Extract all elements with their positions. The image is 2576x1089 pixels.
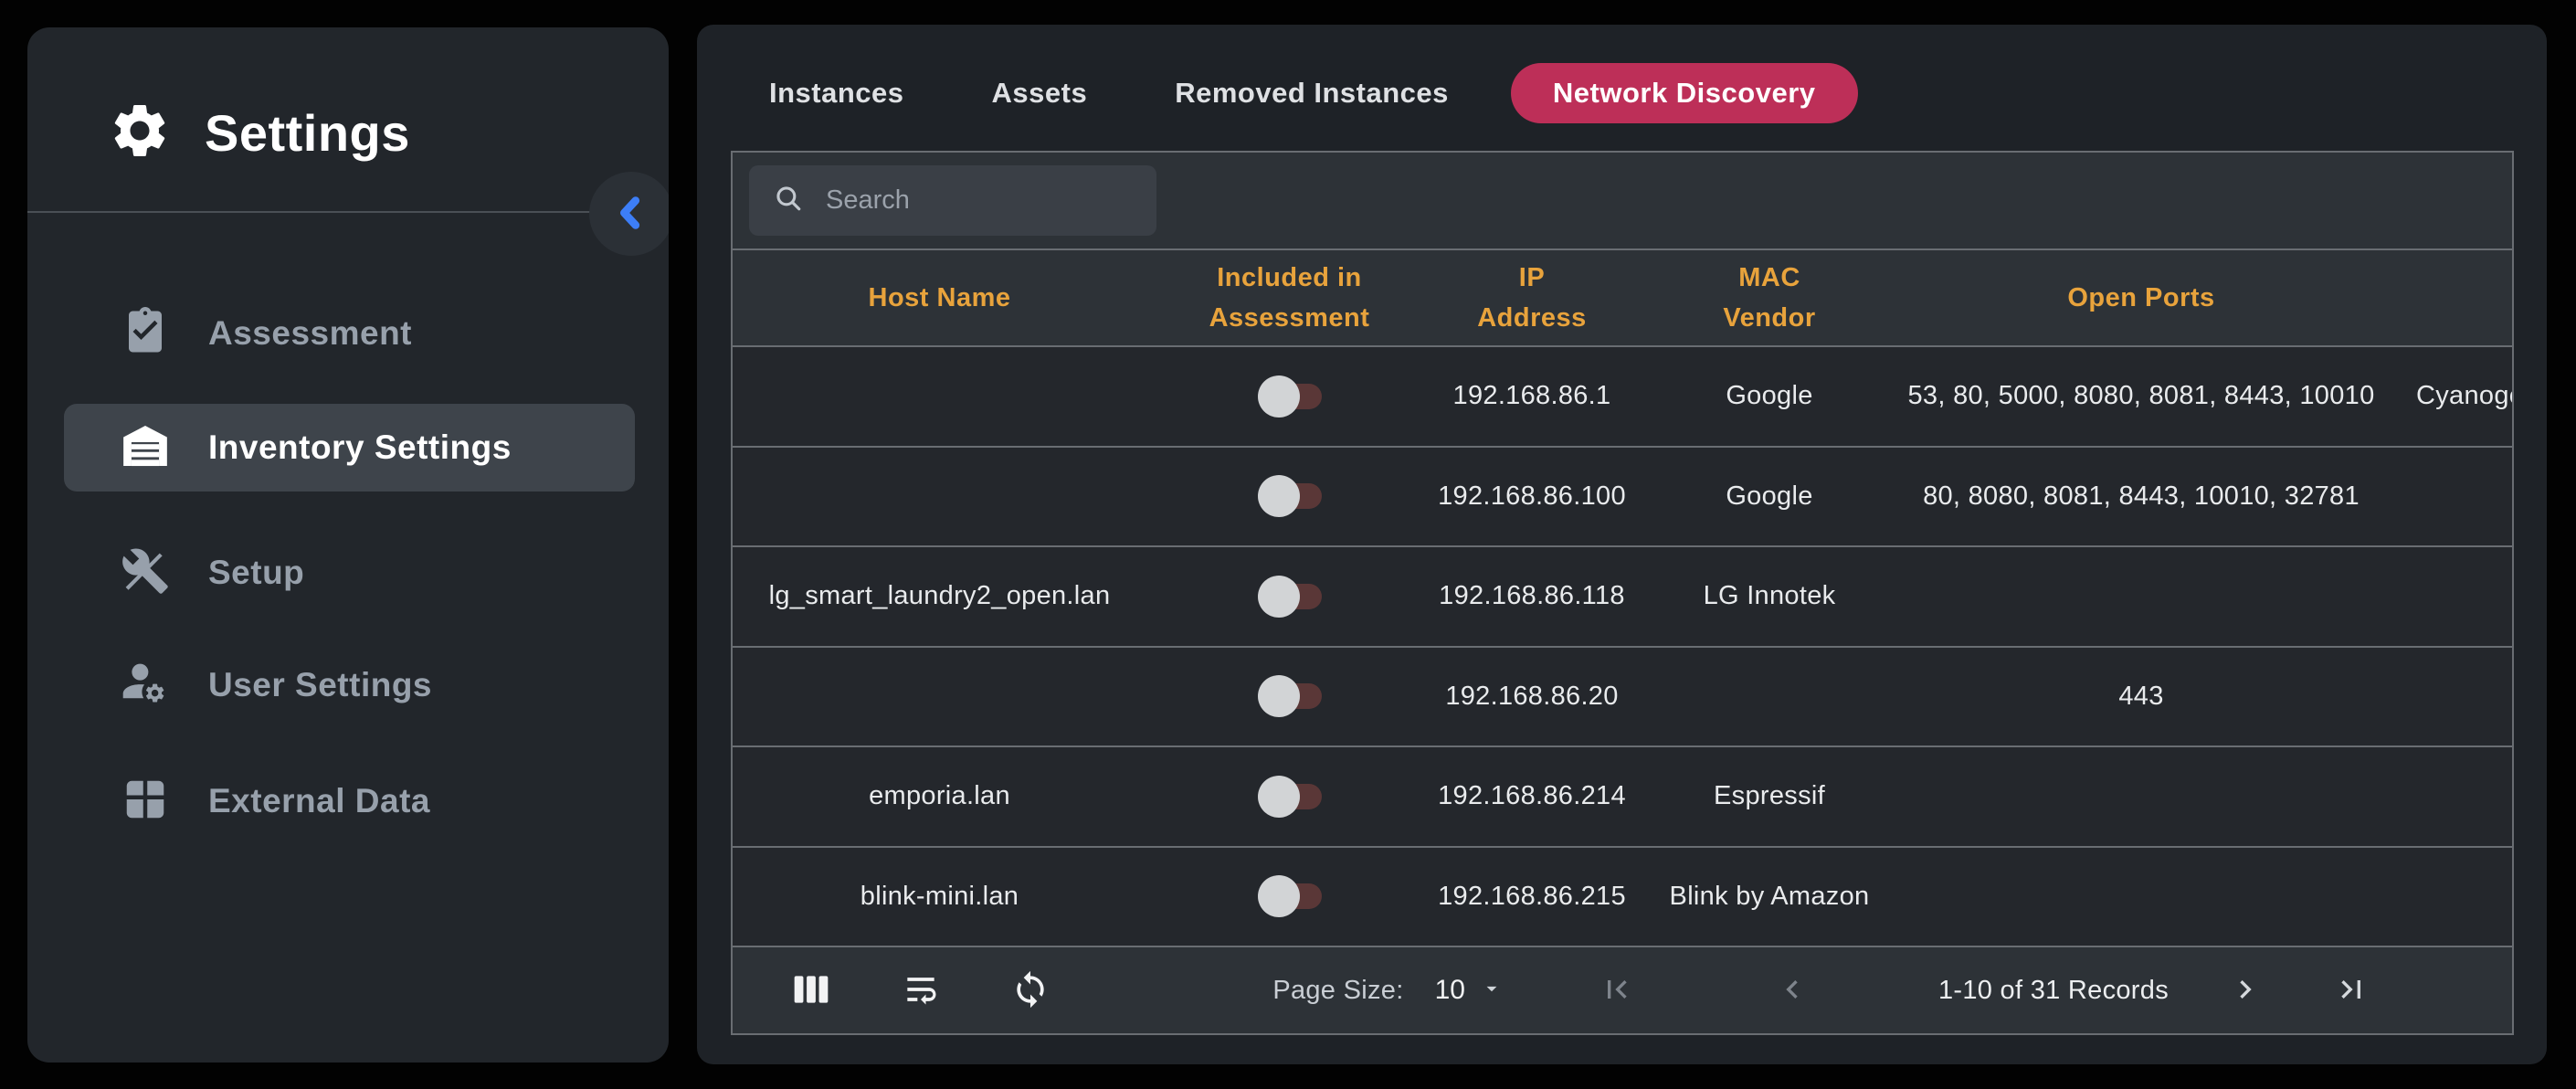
ip-address-cell: 192.168.86.215 <box>1432 882 1631 912</box>
next-page-button[interactable] <box>2227 971 2264 1010</box>
table-footer: Page Size: 10 1-10 of 31 Records <box>733 946 2512 1033</box>
included-in-assessment-toggle[interactable] <box>1258 576 1322 618</box>
sidebar-item-external-data[interactable]: External Data <box>64 757 635 845</box>
search-strip <box>733 153 2512 250</box>
page-size-value: 10 <box>1435 975 1465 1006</box>
ip-address-cell: 192.168.86.100 <box>1432 481 1631 512</box>
table-row: 192.168.86.1 Google 53, 80, 5000, 8080, … <box>733 347 2512 448</box>
tools-icon <box>121 546 170 600</box>
host-name-cell: lg_smart_laundry2_open.lan <box>733 581 1146 611</box>
sidebar-collapse-button[interactable] <box>589 172 669 256</box>
header-open-ports: Open Ports <box>1907 278 2375 318</box>
clipboard-check-icon <box>121 307 170 361</box>
open-ports-cell: 80, 8080, 8081, 8443, 10010, 32781 <box>1907 481 2375 512</box>
host-name-cell: emporia.lan <box>733 781 1146 811</box>
included-in-assessment-toggle[interactable] <box>1258 776 1322 818</box>
search-icon <box>773 183 804 218</box>
sidebar-item-setup[interactable]: Setup <box>64 529 635 617</box>
network-discovery-table: Host Name Included inAssessment IPAddres… <box>731 151 2514 1035</box>
last-page-button[interactable] <box>2333 971 2370 1010</box>
last-page-icon <box>2333 971 2370 1010</box>
first-page-button[interactable] <box>1599 971 1635 1010</box>
view-columns-button[interactable] <box>791 969 831 1012</box>
chevron-left-icon <box>1774 971 1811 1010</box>
toggle-knob <box>1258 576 1300 618</box>
sidebar-item-label: User Settings <box>208 666 432 704</box>
chevron-right-icon <box>2227 971 2264 1010</box>
toggle-knob <box>1258 375 1300 418</box>
sidebar-item-user-settings[interactable]: User Settings <box>64 641 635 729</box>
toggle-knob <box>1258 776 1300 818</box>
page-size-label: Page Size: <box>1272 976 1403 1006</box>
mac-vendor-cell: LG Innotek <box>1631 581 1907 611</box>
settings-sidebar: Settings Assessment Inventory Settings S… <box>27 27 669 1063</box>
refresh-button[interactable] <box>1010 969 1050 1012</box>
included-in-assessment-toggle[interactable] <box>1258 875 1322 917</box>
view-columns-icon <box>791 969 831 1012</box>
open-ports-cell: 443 <box>1907 682 2375 712</box>
main-panel: Instances Assets Removed Instances Netwo… <box>697 25 2547 1064</box>
header-mac-vendor: MACVendor <box>1631 258 1907 338</box>
host-name-cell: blink-mini.lan <box>733 882 1146 912</box>
ip-address-cell: 192.168.86.118 <box>1432 581 1631 611</box>
tab-network-discovery[interactable]: Network Discovery <box>1511 63 1858 123</box>
search-box[interactable] <box>749 165 1156 236</box>
included-cell <box>1146 776 1432 818</box>
sidebar-item-label: Assessment <box>208 314 412 353</box>
table-row: blink-mini.lan 192.168.86.215 Blink by A… <box>733 848 2512 946</box>
page-size-dropdown[interactable]: 10 <box>1435 975 1504 1006</box>
included-cell <box>1146 875 1432 917</box>
included-in-assessment-toggle[interactable] <box>1258 475 1322 517</box>
included-in-assessment-toggle[interactable] <box>1258 675 1322 717</box>
tab-instances[interactable]: Instances <box>769 77 904 110</box>
mac-vendor-cell: Blink by Amazon <box>1631 882 1907 912</box>
sidebar-item-inventory-settings[interactable]: Inventory Settings <box>64 404 635 492</box>
mac-vendor-cell: Google <box>1631 481 1907 512</box>
open-ports-cell: 53, 80, 5000, 8080, 8081, 8443, 10010 <box>1907 381 2375 411</box>
table-row: 192.168.86.20 443 <box>733 648 2512 748</box>
included-cell <box>1146 475 1432 517</box>
chevron-left-icon <box>610 192 652 237</box>
header-included-in-assessment: Included inAssessment <box>1146 258 1432 338</box>
table-row: lg_smart_laundry2_open.lan 192.168.86.11… <box>733 547 2512 648</box>
records-range-text: 1-10 of 31 Records <box>1938 976 2169 1006</box>
sidebar-item-label: Setup <box>208 554 304 592</box>
table-row: 192.168.86.100 Google 80, 8080, 8081, 84… <box>733 448 2512 548</box>
ip-address-cell: 192.168.86.1 <box>1432 381 1631 411</box>
sidebar-nav: Assessment Inventory Settings Setup User… <box>27 27 669 1063</box>
sidebar-item-label: Inventory Settings <box>208 428 512 467</box>
mac-vendor-cell: Espressif <box>1631 781 1907 811</box>
person-gear-icon <box>121 659 170 713</box>
table-row: emporia.lan 192.168.86.214 Espressif <box>733 747 2512 848</box>
refresh-icon <box>1010 969 1050 1012</box>
ip-address-cell: 192.168.86.214 <box>1432 781 1631 811</box>
grid-table-icon <box>121 775 170 829</box>
ip-address-cell: 192.168.86.20 <box>1432 682 1631 712</box>
tab-bar: Instances Assets Removed Instances Netwo… <box>769 62 1858 124</box>
wrap-text-icon <box>901 969 941 1012</box>
header-host-name: Host Name <box>733 278 1146 318</box>
included-cell <box>1146 675 1432 717</box>
first-page-icon <box>1599 971 1635 1010</box>
included-in-assessment-toggle[interactable] <box>1258 375 1322 418</box>
tab-removed-instances[interactable]: Removed Instances <box>1175 77 1449 110</box>
table-body: 192.168.86.1 Google 53, 80, 5000, 8080, … <box>733 347 2512 946</box>
sidebar-item-assessment[interactable]: Assessment <box>64 290 635 377</box>
caret-down-icon <box>1480 977 1504 1005</box>
included-cell <box>1146 375 1432 418</box>
extra-cell: Cyanoge <box>2375 381 2512 411</box>
tab-assets[interactable]: Assets <box>992 77 1088 110</box>
previous-page-button[interactable] <box>1774 971 1811 1010</box>
header-ip-address: IPAddress <box>1432 258 1631 338</box>
wrap-text-button[interactable] <box>901 969 941 1012</box>
included-cell <box>1146 576 1432 618</box>
warehouse-icon <box>121 421 170 475</box>
mac-vendor-cell: Google <box>1631 381 1907 411</box>
search-input[interactable] <box>824 185 1129 217</box>
sidebar-item-label: External Data <box>208 782 430 820</box>
toggle-knob <box>1258 675 1300 717</box>
toggle-knob <box>1258 875 1300 917</box>
table-header-row: Host Name Included inAssessment IPAddres… <box>733 250 2512 347</box>
toggle-knob <box>1258 475 1300 517</box>
